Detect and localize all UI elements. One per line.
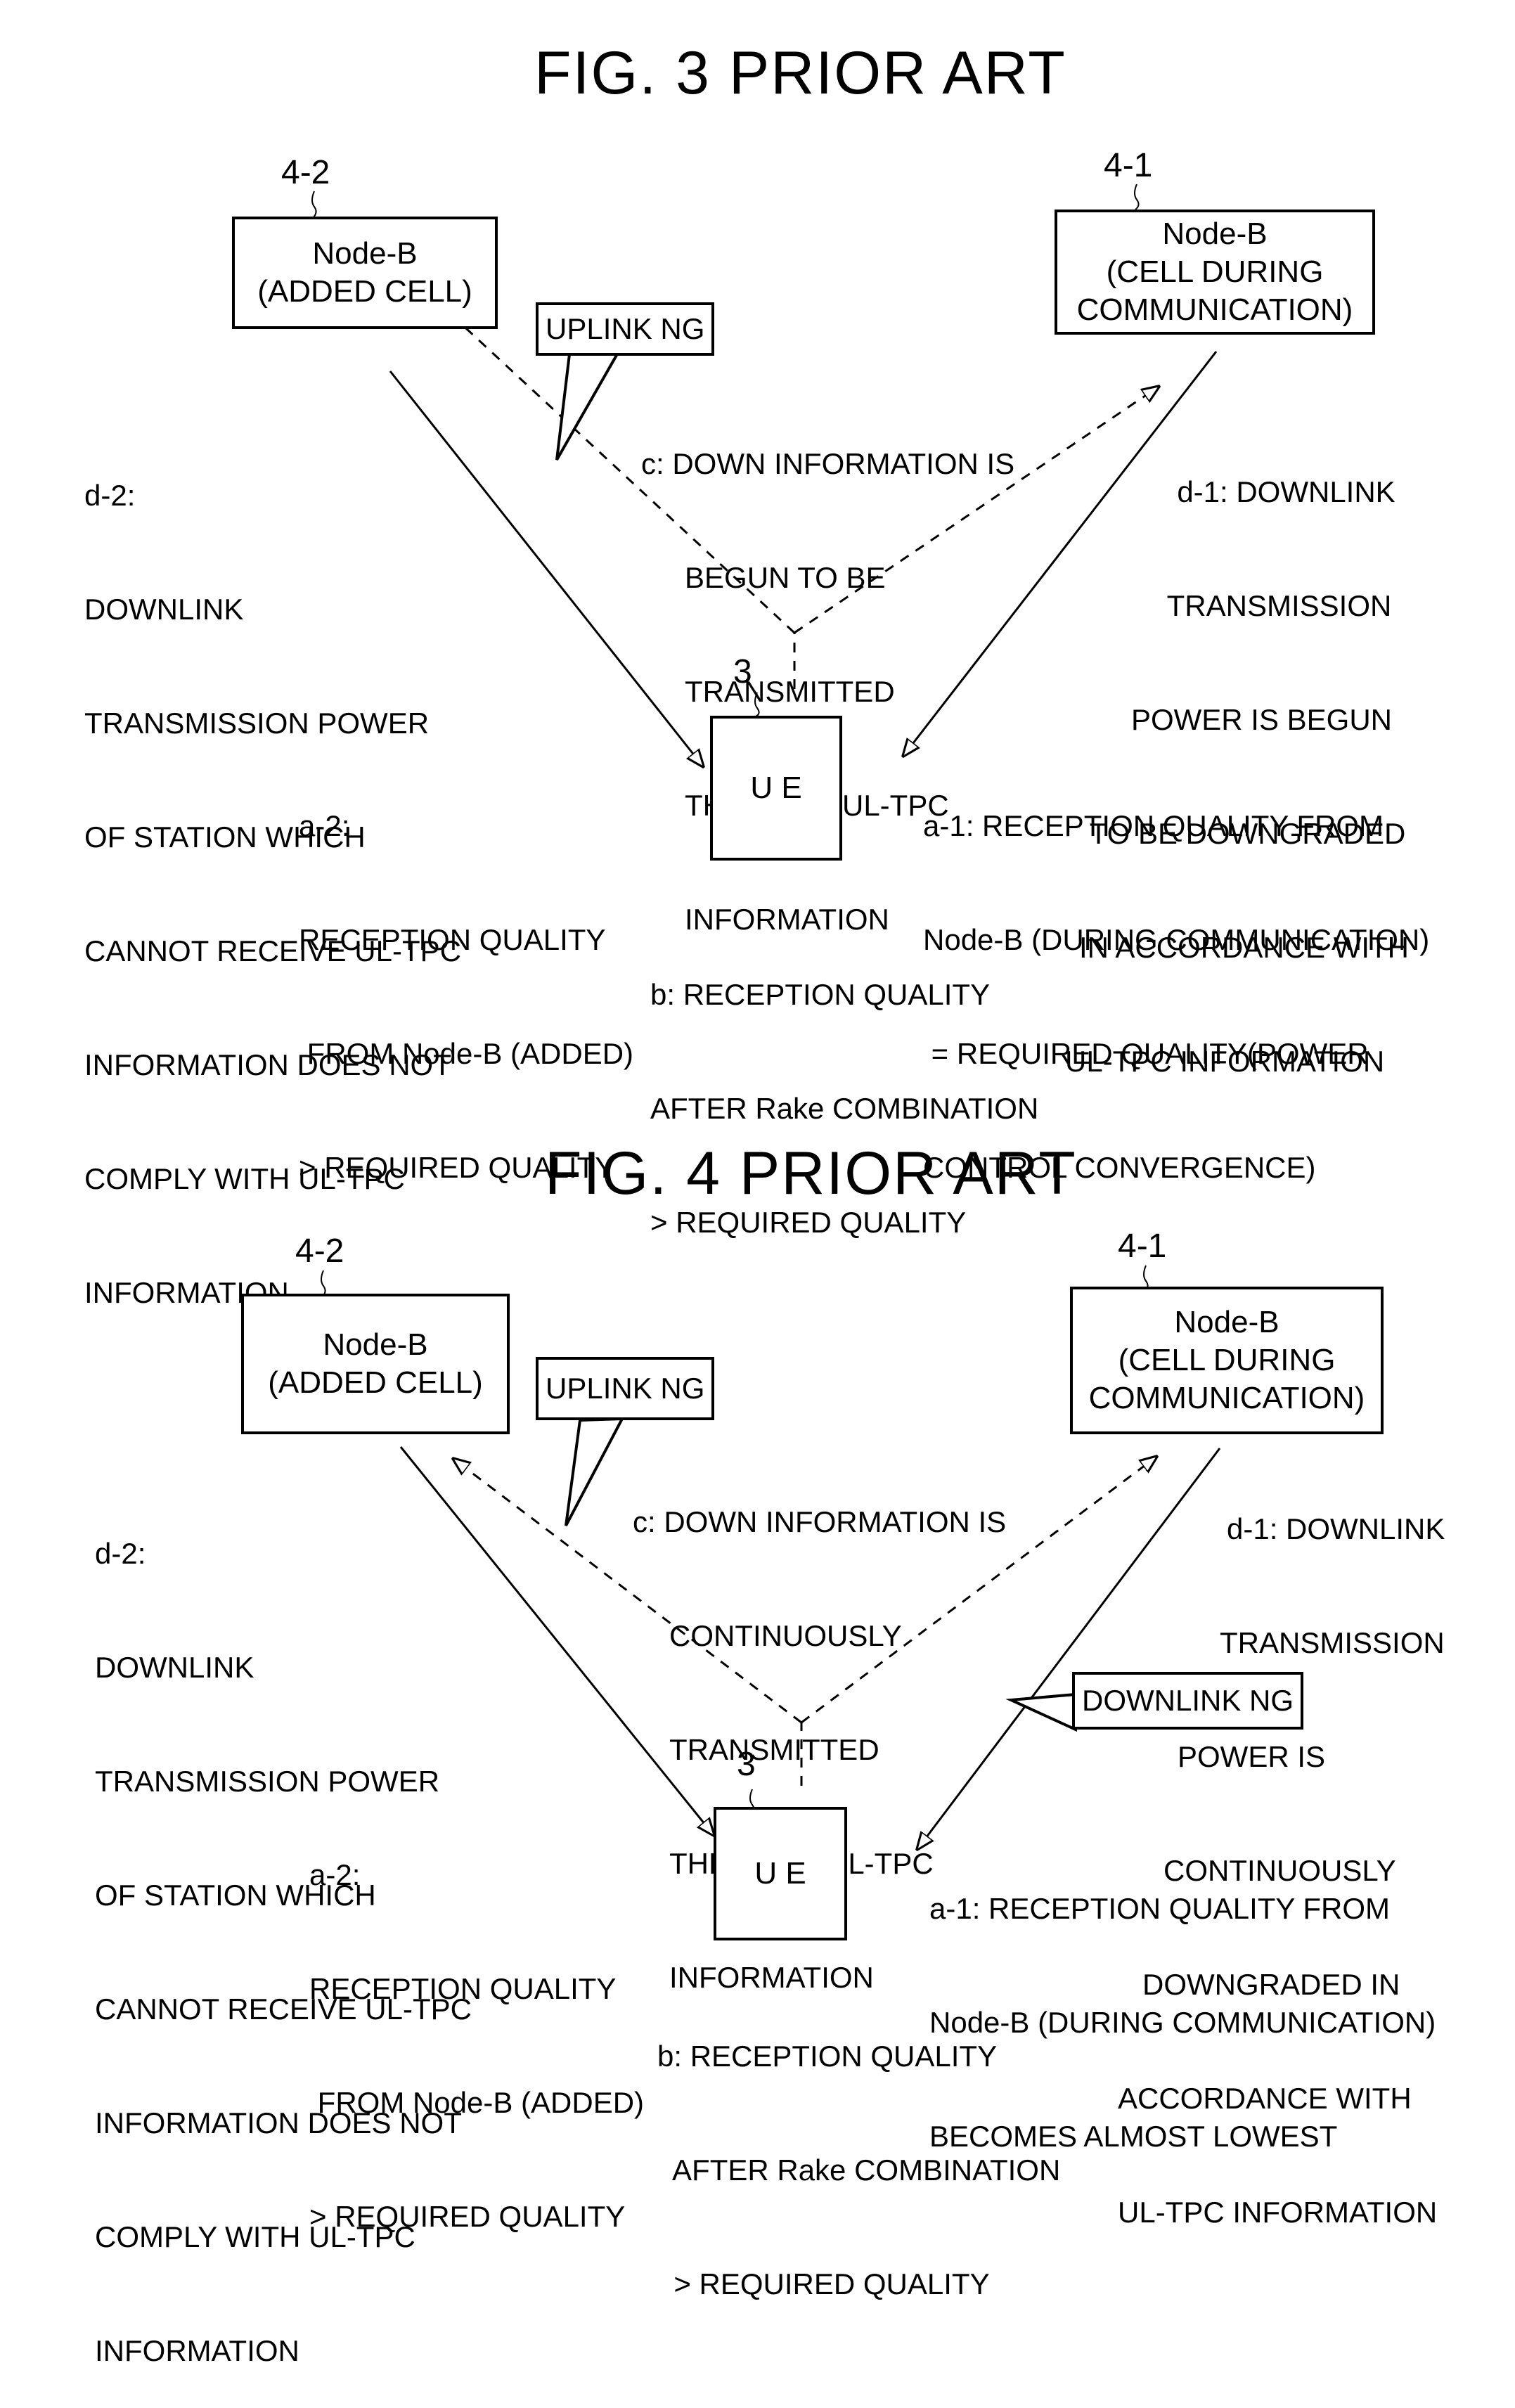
fig4-title: FIG. 4 PRIOR ART xyxy=(545,1140,1077,1207)
node-b-sublabel: (CELL DURING xyxy=(1118,1343,1336,1377)
ue-label: U E xyxy=(750,771,802,805)
node-b-sublabel: (ADDED CELL) xyxy=(257,274,472,309)
fig4-node-b-cell-during-communication: Node-B (CELL DURING COMMUNICATION) xyxy=(1070,1287,1384,1434)
fig4-label-a2: a-2: RECEPTION QUALITY FROM Node-B (ADDE… xyxy=(309,1858,645,2233)
node-b-sublabel: (CELL DURING xyxy=(1106,255,1324,289)
node-b-label: Node-B xyxy=(323,1327,428,1362)
fig3-ref-4-2: 4-2 xyxy=(281,154,330,191)
fig4-node-b-added-cell: Node-B (ADDED CELL) xyxy=(241,1294,510,1434)
node-b-label: Node-B xyxy=(312,236,418,271)
fig3-node-b-added-cell: Node-B (ADDED CELL) xyxy=(232,217,498,329)
fig3-uplink-ng-callout: UPLINK NG xyxy=(536,302,715,356)
fig3-ref-3: 3 xyxy=(733,653,752,690)
fig3-label-b: b: RECEPTION QUALITY AFTER Rake COMBINAT… xyxy=(650,978,1039,1239)
node-b-sublabel: COMMUNICATION) xyxy=(1076,292,1353,327)
fig3-ref-leader-4-1 xyxy=(1134,184,1140,210)
fig3-uplink-ng-callout-tail xyxy=(555,349,621,461)
fig4-downlink-ng-callout: DOWNLINK NG xyxy=(1072,1672,1304,1730)
fig4-ue: U E xyxy=(714,1807,847,1940)
fig3-node-b-cell-during-communication: Node-B (CELL DURING COMMUNICATION) xyxy=(1055,210,1375,335)
node-b-sublabel: COMMUNICATION) xyxy=(1088,1381,1365,1415)
fig4-label-b: b: RECEPTION QUALITY AFTER Rake COMBINAT… xyxy=(657,2040,1061,2300)
fig3-ue: U E xyxy=(710,716,842,861)
fig4-ref-4-1: 4-1 xyxy=(1118,1228,1167,1265)
fig3-title: FIG. 3 PRIOR ART xyxy=(534,39,1066,107)
fig4-ref-3: 3 xyxy=(737,1746,756,1783)
fig4-ref-4-2: 4-2 xyxy=(295,1232,344,1270)
fig4-uplink-ng-callout: UPLINK NG xyxy=(536,1357,715,1420)
fig4-uplink-ng-callout-tail xyxy=(565,1417,625,1526)
ue-label: U E xyxy=(754,1856,806,1891)
fig3-ref-4-1: 4-1 xyxy=(1104,147,1153,184)
node-b-label: Node-B xyxy=(1162,217,1268,251)
fig3-ref-leader-4-2 xyxy=(311,191,317,219)
node-b-label: Node-B xyxy=(1174,1305,1279,1339)
node-b-sublabel: (ADDED CELL) xyxy=(268,1365,483,1400)
